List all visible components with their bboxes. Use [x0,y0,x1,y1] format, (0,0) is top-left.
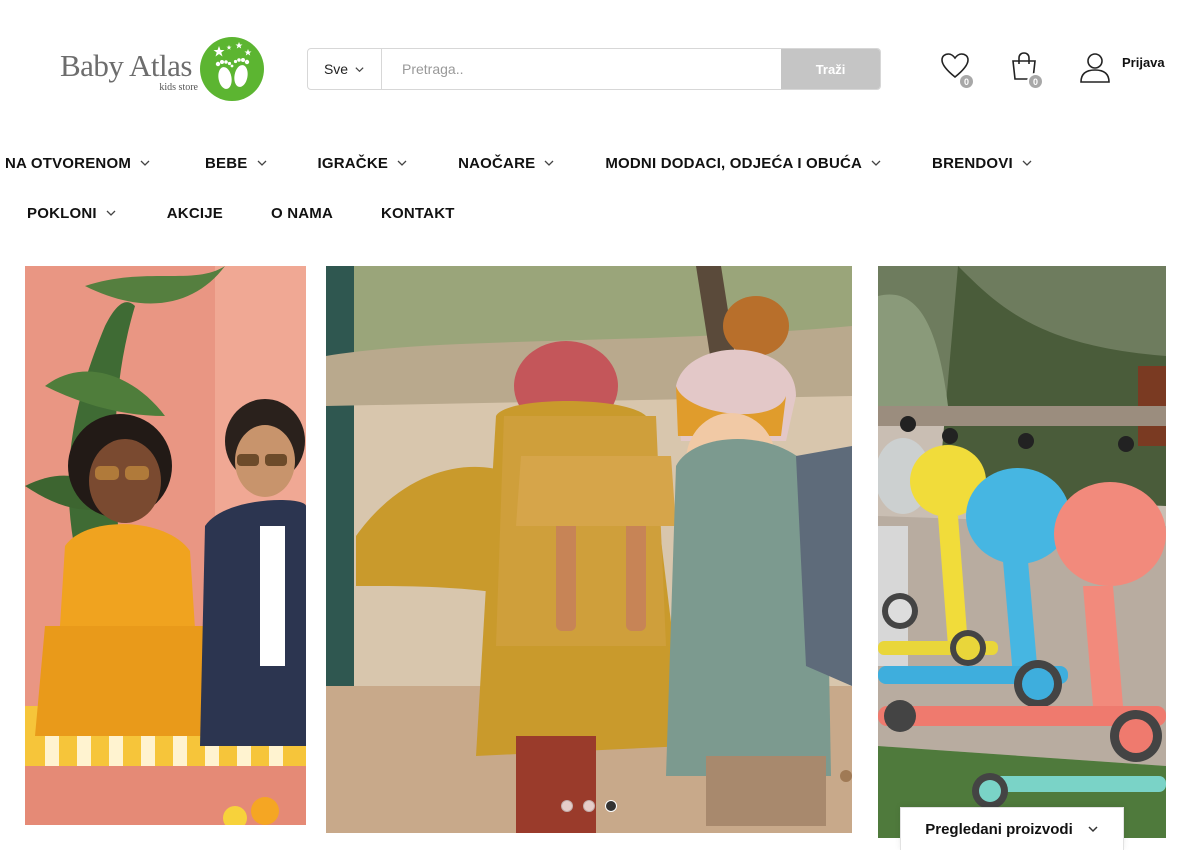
slider-dot-1[interactable] [561,800,573,812]
nav-item-na-otvorenom[interactable]: NA OTVORENOM [5,152,151,174]
cart-button[interactable]: 0 [1008,50,1044,90]
recently-viewed-toggle[interactable]: Pregledani proizvodi [900,807,1124,850]
recently-viewed-label: Pregledani proizvodi [925,820,1073,838]
kids-scooters-photo [878,266,1166,838]
nav-item-naocare[interactable]: NAOČARE [458,152,555,174]
logo-wordmark: Baby Atlas kids store [60,34,200,104]
nav-item-label: O NAMA [270,204,333,222]
nav-item-igracke[interactable]: IGRAČKE [318,152,409,174]
nav-item-label: NA OTVORENOM [5,154,132,172]
nav-item-akcije[interactable]: AKCIJE [167,202,223,224]
footprints-logo-icon [200,37,264,101]
nav-item-kontakt[interactable]: KONTAKT [381,202,455,224]
kids-backpacks-photo [326,266,852,833]
cart-count-badge: 0 [1027,73,1044,90]
chevron-down-icon [257,160,266,166]
wishlist-button[interactable]: 0 [939,50,975,90]
login-label: Prijava [1122,55,1165,70]
wishlist-count-badge: 0 [958,73,975,90]
chevron-down-icon [1022,160,1032,166]
nav-item-label: NAOČARE [458,154,536,172]
banner-sunglasses[interactable] [25,266,306,825]
logo-tagline: kids store [159,82,198,93]
site-logo[interactable]: Baby Atlas kids store [60,34,270,104]
user-icon [1080,53,1110,83]
nav-item-label: KONTAKT [381,204,455,222]
chevron-down-icon [106,210,116,216]
nav-item-label: BRENDOVI [932,154,1013,172]
search-category-select[interactable]: Sve [308,49,382,89]
nav-item-label: IGRAČKE [317,154,389,172]
search-button[interactable]: Traži [781,49,880,89]
main-nav-row-1: NA OTVORENOM BEBE IGRAČKE NAOČARE MODNI … [5,152,1033,174]
kids-sunglasses-photo [25,266,306,825]
chevron-down-icon [544,160,554,166]
nav-item-modni-dodaci[interactable]: MODNI DODACI, ODJEĆA I OBUĆA [605,152,882,174]
search-input[interactable] [382,49,781,89]
nav-item-label: MODNI DODACI, ODJEĆA I OBUĆA [605,154,863,172]
main-nav-row-2: POKLONI AKCIJE O NAMA KONTAKT [27,202,455,224]
search-bar: Sve Traži [307,48,881,90]
login-link[interactable]: Prijava [1078,50,1165,84]
banner-scooters[interactable] [878,266,1166,838]
chevron-down-icon [397,160,407,166]
banner-backpacks[interactable] [326,266,852,833]
nav-item-bebe[interactable]: BEBE [205,152,267,174]
nav-item-label: AKCIJE [166,204,223,222]
chevron-down-icon [140,160,150,166]
chevron-down-icon [355,66,364,72]
nav-item-label: POKLONI [27,204,97,222]
chevron-down-icon [1088,826,1098,833]
chevron-down-icon [871,160,881,166]
nav-item-brendovi[interactable]: BRENDOVI [932,152,1033,174]
slider-dots [561,800,617,812]
nav-item-pokloni[interactable]: POKLONI [27,202,117,224]
search-category-value: Sve [323,61,349,77]
nav-item-o-nama[interactable]: O NAMA [271,202,333,224]
slider-dot-2[interactable] [583,800,595,812]
logo-name: Baby Atlas [60,48,192,83]
slider-dot-3[interactable] [605,800,617,812]
nav-item-label: BEBE [205,154,248,172]
